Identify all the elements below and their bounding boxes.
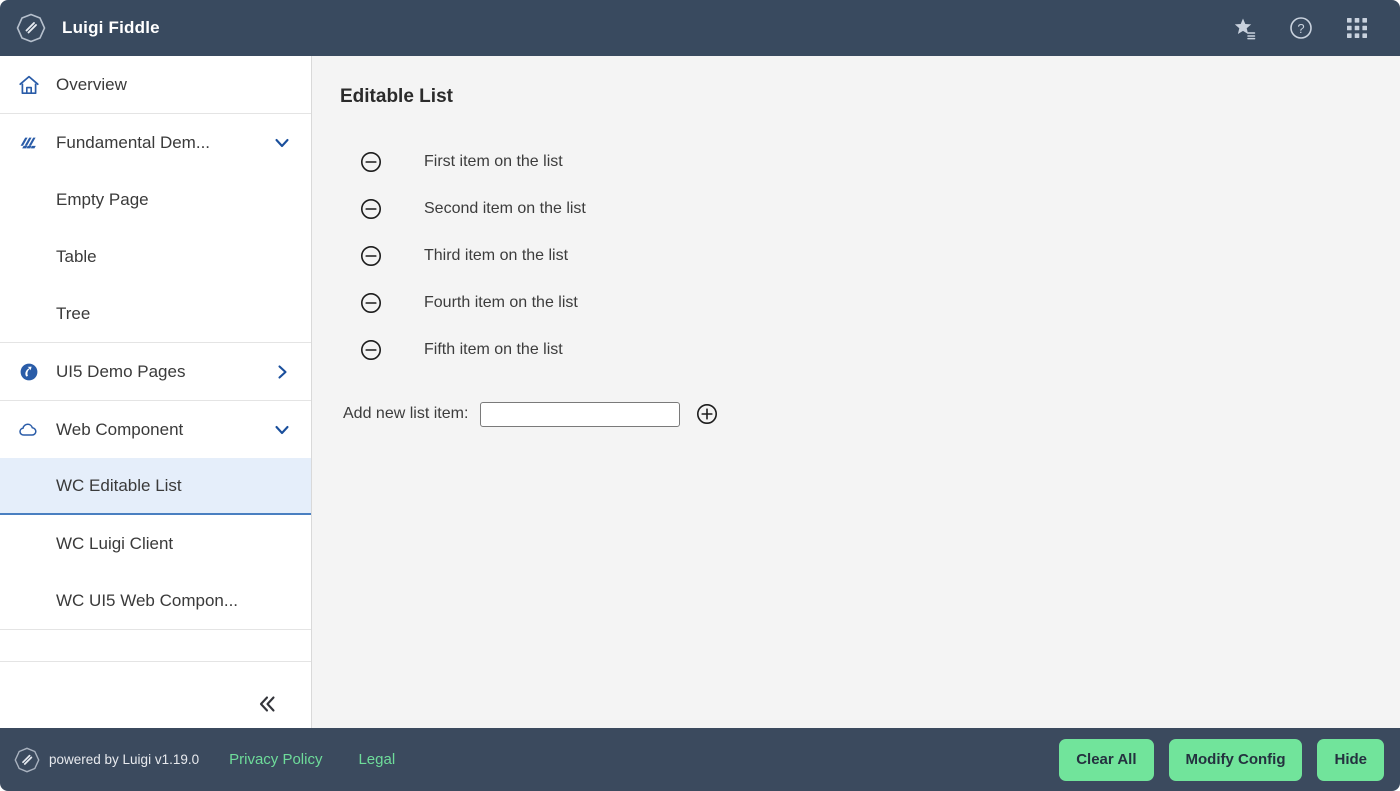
sidebar-item-wc-ui5-web-components[interactable]: WC UI5 Web Compon...: [0, 572, 311, 629]
sidebar-item-label: Table: [56, 246, 97, 266]
collapse-sidebar-button[interactable]: [253, 690, 281, 718]
sidebar-item-tree[interactable]: Tree: [0, 285, 311, 342]
layers-icon: [14, 131, 44, 155]
svg-text:?: ?: [1297, 21, 1304, 36]
minus-circle-icon[interactable]: [358, 290, 384, 316]
list-item-label: Third item on the list: [424, 246, 569, 264]
luigi-fiddle-window: Luigi Fiddle ? Overview Fundamental Dem.…: [0, 0, 1400, 791]
chevron-down-icon[interactable]: [271, 419, 293, 441]
sidebar-item-label: WC UI5 Web Compon...: [56, 590, 239, 610]
privacy-policy-link[interactable]: Privacy Policy: [229, 751, 322, 768]
content-heading: Editable List: [340, 86, 453, 107]
list-item: Third item on the list: [340, 232, 1400, 279]
main-content-area: Editable List First item on the list Sec…: [312, 56, 1400, 728]
sidebar-item-label: UI5 Demo Pages: [56, 361, 186, 381]
footer-buttons: Clear All Modify Config Hide: [1059, 738, 1384, 781]
list-item-label: First item on the list: [424, 152, 563, 170]
top-navigation-bar: Luigi Fiddle ?: [0, 0, 1400, 56]
cloud-icon: [14, 418, 44, 442]
add-item-label: Add new list item:: [343, 405, 469, 422]
list-item: Fifth item on the list: [340, 326, 1400, 373]
sidebar-item-label: Web Component: [56, 419, 184, 439]
minus-circle-icon[interactable]: [358, 243, 384, 269]
add-item-row: Add new list item:: [340, 401, 1400, 427]
topbar-actions: ?: [1232, 15, 1370, 41]
footer-links: Privacy Policy Legal: [229, 751, 395, 768]
editable-list: First item on the list Second item on th…: [340, 138, 1400, 373]
sidebar-item-label: Tree: [56, 303, 91, 323]
app-body: Overview Fundamental Dem... Empty Page T…: [0, 56, 1400, 728]
clear-all-button[interactable]: Clear All: [1059, 738, 1154, 781]
hide-button[interactable]: Hide: [1317, 738, 1384, 781]
nav-group-fundamental-demo: Fundamental Dem... Empty Page Table Tree: [0, 114, 311, 343]
sidebar-item-label: Empty Page: [56, 189, 149, 209]
sidebar-item-label: WC Luigi Client: [56, 533, 174, 553]
luigi-logo-icon: [14, 747, 40, 773]
home-icon: [14, 73, 44, 97]
list-item: Second item on the list: [340, 185, 1400, 232]
chevron-right-icon[interactable]: [271, 361, 293, 383]
sidebar-item-table[interactable]: Table: [0, 228, 311, 285]
sidebar-item-wc-luigi-client[interactable]: WC Luigi Client: [0, 515, 311, 572]
left-navigation-sidebar: Overview Fundamental Dem... Empty Page T…: [0, 56, 312, 728]
nav-group-ui5-demo-pages: UI5 Demo Pages: [0, 343, 311, 401]
list-item-label: Fifth item on the list: [424, 340, 563, 358]
sidebar-empty-section: [0, 630, 311, 662]
list-item: Fourth item on the list: [340, 279, 1400, 326]
powered-by-label: powered by Luigi v1.19.0: [49, 752, 200, 767]
sidebar-item-wc-editable-list[interactable]: WC Editable List: [0, 458, 311, 515]
minus-circle-icon[interactable]: [358, 149, 384, 175]
add-item-input[interactable]: [480, 401, 681, 427]
list-item-label: Second item on the list: [424, 199, 586, 217]
ui5-logo-icon: [14, 360, 44, 384]
page-title: Luigi Fiddle: [62, 18, 160, 37]
sidebar-item-fundamental-demo[interactable]: Fundamental Dem...: [0, 114, 311, 171]
nav-group-web-component: Web Component WC Editable List WC Luigi …: [0, 401, 311, 630]
sidebar-footer: [0, 662, 311, 728]
sidebar-item-ui5-demo-pages[interactable]: UI5 Demo Pages: [0, 343, 311, 400]
sidebar-item-empty-page[interactable]: Empty Page: [0, 171, 311, 228]
sidebar-item-web-component[interactable]: Web Component: [0, 401, 311, 458]
sidebar-item-overview[interactable]: Overview: [0, 56, 311, 113]
minus-circle-icon[interactable]: [358, 337, 384, 363]
help-icon[interactable]: ?: [1288, 15, 1314, 41]
list-item: First item on the list: [340, 138, 1400, 185]
footer-bar: powered by Luigi v1.19.0 Privacy Policy …: [0, 728, 1400, 791]
nav-group-overview: Overview: [0, 56, 311, 114]
plus-circle-icon[interactable]: [694, 401, 720, 427]
legal-link[interactable]: Legal: [358, 751, 395, 768]
bookmarks-icon[interactable]: [1232, 15, 1258, 41]
minus-circle-icon[interactable]: [358, 196, 384, 222]
chevron-down-icon[interactable]: [271, 132, 293, 154]
modify-config-button[interactable]: Modify Config: [1168, 738, 1303, 781]
luigi-logo-icon[interactable]: [16, 13, 46, 43]
app-launcher-grid-icon[interactable]: [1344, 15, 1370, 41]
sidebar-item-label: WC Editable List: [56, 475, 182, 495]
sidebar-item-label: Overview: [56, 74, 127, 94]
list-item-label: Fourth item on the list: [424, 293, 578, 311]
sidebar-item-label: Fundamental Dem...: [56, 132, 211, 152]
